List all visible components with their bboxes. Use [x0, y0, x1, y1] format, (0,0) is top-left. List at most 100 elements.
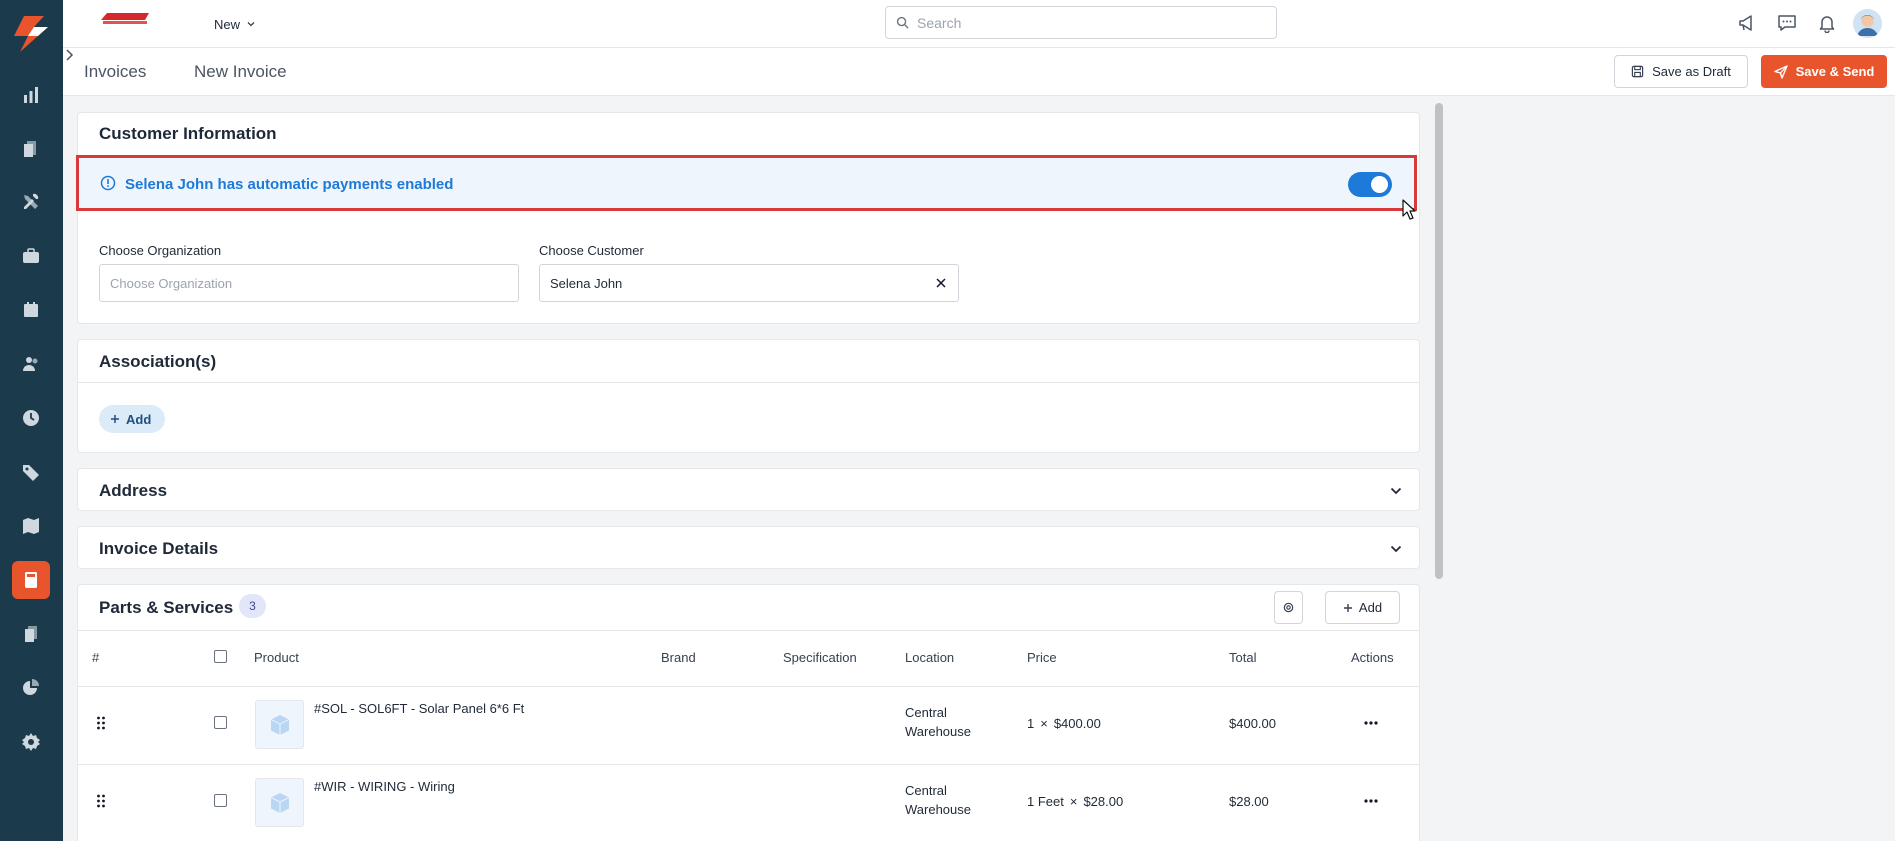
col-actions: Actions [1351, 650, 1394, 665]
save-draft-button[interactable]: Save as Draft [1614, 55, 1748, 88]
times-sign: × [1040, 716, 1048, 731]
row-checkbox[interactable] [214, 794, 227, 807]
price-cell: 1 Feet × $28.00 [1027, 794, 1123, 809]
quantity: 1 [1027, 716, 1035, 731]
clear-icon[interactable] [934, 276, 948, 290]
select-all-checkbox[interactable] [214, 650, 227, 663]
auto-payments-text: Selena John has automatic payments enabl… [125, 176, 454, 193]
price-cell: 1 × $400.00 [1027, 716, 1101, 731]
table-header-divider [78, 686, 1419, 687]
new-menu-label: New [214, 16, 241, 32]
customer-information-title: Customer Information [99, 124, 277, 143]
save-draft-label: Save as Draft [1652, 64, 1731, 79]
quantity: 1 Feet [1027, 794, 1064, 809]
parts-services-card: Parts & Services 3 Add # Product Brand S… [77, 584, 1420, 841]
row-checkbox[interactable] [214, 716, 227, 729]
address-card[interactable]: Address [77, 468, 1420, 511]
column-settings-button[interactable] [1274, 591, 1303, 624]
customer-label: Choose Customer [539, 243, 644, 258]
chevron-right-icon [66, 49, 74, 61]
location-cell: Central Warehouse [905, 703, 971, 741]
organization-label: Choose Organization [99, 243, 222, 258]
associations-card: Association(s) Add [77, 339, 1420, 453]
chevron-down-icon[interactable] [1389, 542, 1403, 556]
briefcase-icon[interactable] [12, 237, 50, 275]
tag-icon[interactable] [12, 453, 50, 491]
calendar-icon[interactable] [12, 291, 50, 329]
col-brand: Brand [661, 650, 696, 665]
more-actions-icon[interactable] [1363, 798, 1379, 804]
search-input[interactable] [917, 14, 1257, 31]
drag-handle-icon[interactable] [96, 793, 106, 809]
search-box[interactable] [885, 6, 1277, 39]
bell-icon[interactable] [1815, 11, 1839, 35]
pie-chart-icon[interactable] [12, 669, 50, 707]
map-icon[interactable] [12, 507, 50, 545]
location-line2: Warehouse [905, 802, 971, 817]
location-cell: Central Warehouse [905, 781, 971, 819]
auto-payments-alert: Selena John has automatic payments enabl… [76, 155, 1417, 211]
unit-price: $28.00 [1083, 794, 1124, 809]
avatar[interactable] [1853, 9, 1882, 38]
box-icon [270, 792, 289, 813]
row-total: $400.00 [1229, 716, 1276, 731]
chat-icon[interactable] [1775, 11, 1799, 35]
associations-title: Association(s) [99, 352, 217, 371]
breadcrumb-invoices-link[interactable]: Invoices [84, 62, 146, 82]
col-product: Product [254, 650, 299, 665]
customer-input[interactable] [550, 275, 934, 291]
customer-field[interactable] [539, 264, 959, 302]
clock-icon[interactable] [12, 399, 50, 437]
app-logo-icon[interactable] [12, 14, 50, 54]
invoice-details-card[interactable]: Invoice Details [77, 526, 1420, 569]
gear-icon [1283, 602, 1294, 613]
col-specification: Specification [783, 650, 857, 665]
calculator-icon[interactable] [12, 561, 50, 599]
tools-icon[interactable] [12, 183, 50, 221]
settings-icon[interactable] [12, 723, 50, 761]
chevron-down-icon [247, 22, 255, 27]
times-sign: × [1069, 794, 1078, 809]
info-icon [100, 175, 116, 191]
parts-services-title: Parts & Services [99, 598, 234, 617]
page-title: New Invoice [194, 62, 287, 81]
save-send-button[interactable]: Save & Send [1761, 55, 1887, 88]
product-name[interactable]: #SOL - SOL6FT - Solar Panel 6*6 Ft [314, 701, 524, 716]
files-icon[interactable] [12, 615, 50, 653]
customer-information-card: Customer Information Choose Organization… [77, 112, 1420, 324]
megaphone-icon[interactable] [1735, 11, 1759, 35]
plus-icon [1343, 603, 1352, 612]
product-thumbnail [255, 778, 304, 827]
product-name[interactable]: #WIR - WIRING - Wiring [314, 779, 455, 794]
reports-icon[interactable] [12, 76, 50, 114]
users-icon[interactable] [12, 345, 50, 383]
parts-header-divider [78, 630, 1419, 631]
add-association-button[interactable]: Add [99, 405, 166, 433]
toggle-knob [1371, 176, 1388, 193]
chevron-down-icon[interactable] [1389, 484, 1403, 498]
auto-payments-toggle[interactable] [1348, 172, 1392, 197]
save-send-label: Save & Send [1795, 64, 1875, 79]
associations-divider [78, 382, 1419, 383]
add-part-label: Add [1358, 600, 1383, 615]
add-part-button[interactable]: Add [1325, 591, 1400, 624]
add-association-label: Add [126, 411, 152, 427]
organization-input[interactable] [110, 275, 508, 291]
row-total: $28.00 [1229, 794, 1269, 809]
scrollbar-thumb[interactable] [1435, 103, 1443, 579]
drag-handle-icon[interactable] [96, 715, 106, 731]
new-menu[interactable]: New [214, 14, 256, 34]
organization-field[interactable] [99, 264, 519, 302]
mouse-cursor-icon [1402, 199, 1416, 220]
col-index: # [92, 650, 100, 665]
col-total: Total [1229, 650, 1257, 665]
sidebar [0, 0, 63, 841]
location-line2: Warehouse [905, 724, 971, 739]
breadcrumb: Invoices New Invoice Save as Draft Save … [63, 48, 1895, 96]
location-line1: Central [905, 783, 947, 798]
more-actions-icon[interactable] [1363, 720, 1379, 726]
product-thumbnail [255, 700, 304, 749]
save-icon [1631, 65, 1644, 78]
documents-icon[interactable] [12, 130, 50, 168]
brand-logo[interactable] [99, 10, 153, 26]
